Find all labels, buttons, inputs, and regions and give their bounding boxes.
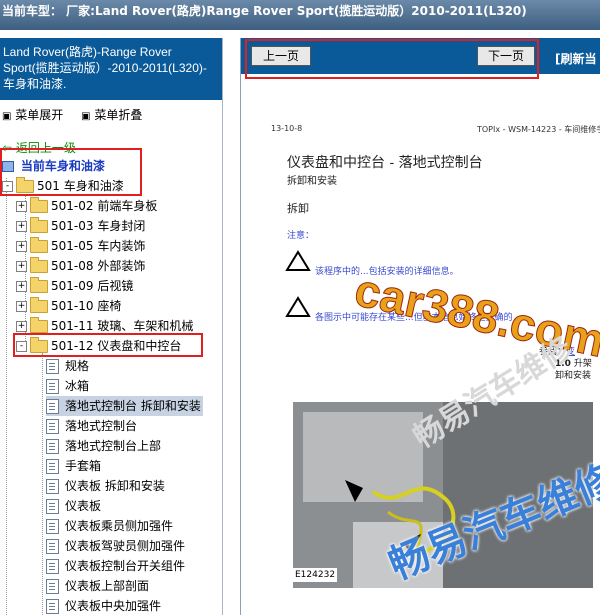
tree-folder[interactable]: +501-02 前端车身板 — [16, 196, 157, 216]
expand-toggle-icon[interactable]: + — [16, 301, 27, 312]
manual-page: 13-10-8 TOPIx - WSM-14223 - 车间维修手 仪表盘和中控… — [249, 82, 600, 615]
tree-folder[interactable]: +501-08 外部装饰 — [16, 256, 145, 276]
current-model-title: 当前车型： 厂家:Land Rover(路虎)Range Rover Sport… — [2, 4, 527, 18]
figure-id: E124232 — [295, 570, 336, 580]
document-viewer: 上一页 下一页 [刷新当 13-10-8 TOPIx - WSM-14223 -… — [240, 38, 600, 615]
expand-toggle-icon[interactable]: + — [16, 241, 27, 252]
note-label: 注意： — [287, 231, 315, 241]
expand-toggle-icon[interactable]: + — [16, 221, 27, 232]
document-icon — [46, 399, 59, 414]
folder-icon — [30, 297, 48, 313]
window-title-bar: 当前车型： 厂家:Land Rover(路虎)Range Rover Sport… — [0, 0, 600, 30]
document-icon — [46, 419, 59, 434]
tree-folder[interactable]: +501-03 车身封闭 — [16, 216, 145, 236]
tree-doc-item[interactable]: 仪表板 — [46, 496, 101, 516]
console-figure: E124232 — [293, 402, 593, 588]
menu-collapse-button[interactable]: ▣ 菜单折叠 — [81, 108, 142, 122]
tree-doc-item[interactable]: 仪表板中央加强件 — [46, 596, 161, 615]
folder-icon — [30, 217, 48, 233]
manual-header: TOPIx - WSM-14223 - 车间维修手 — [477, 125, 600, 134]
document-icon — [46, 519, 59, 534]
warning-text-2: 各图示中可能存在某些...但基本信息始终是正确的 — [315, 313, 513, 323]
step-text-2: 卸和安装 — [555, 371, 592, 381]
tree-doc-item[interactable]: 规格 — [46, 356, 89, 376]
folder-icon — [30, 277, 48, 293]
tree-doc-item[interactable]: 手套箱 — [46, 456, 101, 476]
page-subtitle: 拆卸和安装 — [287, 176, 337, 187]
folder-icon — [30, 237, 48, 253]
page-number: 13-10-8 — [271, 124, 303, 133]
annotation-box-nav — [245, 39, 539, 79]
document-icon — [46, 439, 59, 454]
tree-doc-item[interactable]: 仪表板乘员侧加强件 — [46, 516, 173, 536]
tree-doc-item[interactable]: 落地式控制台 — [46, 416, 137, 436]
document-icon — [46, 599, 59, 614]
tree-folder[interactable]: +501-09 后视镜 — [16, 276, 133, 296]
folder-icon — [30, 197, 48, 213]
tree-doc-item-selected[interactable]: 落地式控制台 拆卸和安装 — [46, 396, 203, 416]
tree-doc-item[interactable]: 仪表板上部剖面 — [46, 576, 149, 596]
tree-doc-item[interactable]: 冰箱 — [46, 376, 89, 396]
warning-triangle-icon — [285, 296, 311, 317]
tree-doc-item[interactable]: 仪表板驾驶员侧加强件 — [46, 536, 185, 556]
refresh-link[interactable]: [刷新当 — [555, 50, 597, 67]
folder-icon — [30, 257, 48, 273]
tree-folder[interactable]: +501-05 车内装饰 — [16, 236, 145, 256]
document-icon — [46, 459, 59, 474]
tree-doc-item[interactable]: 落地式控制台上部 — [46, 436, 161, 456]
expand-toggle-icon[interactable]: + — [16, 321, 27, 332]
collapse-icon: ▣ — [81, 111, 91, 122]
document-icon — [46, 359, 59, 374]
menu-expand-button[interactable]: ▣ 菜单展开 — [2, 108, 63, 122]
annotation-box-current — [0, 148, 142, 196]
expand-toggle-icon[interactable]: + — [16, 261, 27, 272]
warning-triangle-icon — [285, 250, 311, 271]
document-icon — [46, 379, 59, 394]
expand-toggle-icon[interactable]: + — [16, 201, 27, 212]
section-heading: 拆卸 — [287, 202, 309, 215]
model-header: Land Rover(路虎)-Range Rover Sport(揽胜运动版）-… — [0, 38, 222, 100]
left-tree-panel: Land Rover(路虎)-Range Rover Sport(揽胜运动版）-… — [0, 38, 223, 615]
expand-toggle-icon[interactable]: + — [16, 281, 27, 292]
page-title: 仪表盘和中控台 - 落地式控制台 — [287, 155, 483, 171]
document-icon — [46, 479, 59, 494]
tree-doc-item[interactable]: 仪表板 拆卸和安装 — [46, 476, 165, 496]
document-icon — [46, 579, 59, 594]
annotation-box-folder — [13, 333, 203, 357]
tree-guide-line — [42, 353, 43, 615]
warning-text-1: 该程序中的...包括安装的详细信息。 — [315, 267, 459, 277]
document-icon — [46, 539, 59, 554]
folder-icon — [30, 317, 48, 333]
console-illustration — [293, 402, 593, 588]
document-icon — [46, 499, 59, 514]
expand-icon: ▣ — [2, 111, 12, 122]
document-icon — [46, 559, 59, 574]
tree-folder[interactable]: +501-10 座椅 — [16, 296, 121, 316]
tree-guide-line — [6, 178, 7, 615]
tree-doc-item[interactable]: 仪表板控制台开关组件 — [46, 556, 185, 576]
menu-controls: ▣ 菜单展开 ▣ 菜单折叠 — [0, 100, 222, 126]
